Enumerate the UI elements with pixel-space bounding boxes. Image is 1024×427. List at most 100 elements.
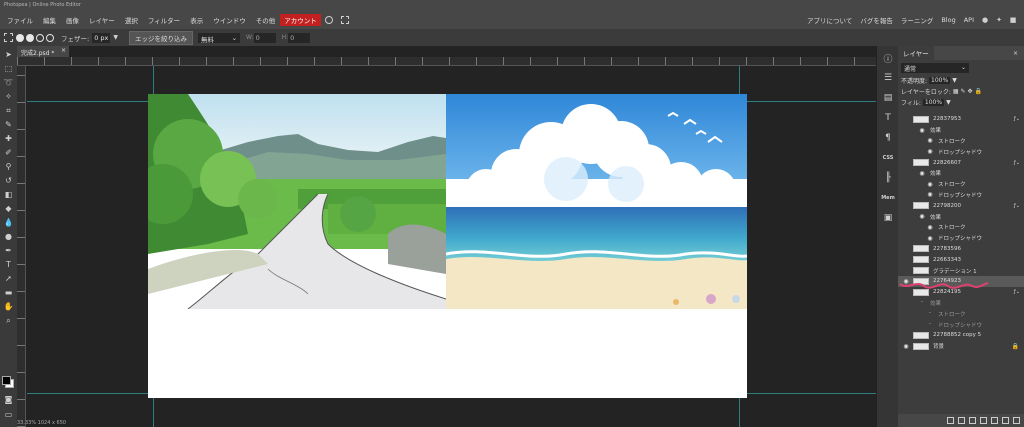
menu-blog[interactable]: Blog [937, 16, 959, 24]
eye-icon[interactable]: ◉ [918, 170, 926, 177]
healing-brush-icon[interactable]: ✚ [3, 133, 14, 144]
new-folder-icon[interactable] [991, 417, 998, 424]
layer-row[interactable]: 22837953 ƒ⌄ [898, 114, 1024, 125]
layer-effect-row[interactable]: ◉ 効果 [898, 125, 1024, 136]
lock-transparency-icon[interactable]: ▦ [953, 88, 959, 95]
fx-icon[interactable]: ƒ⌄ [1014, 203, 1020, 209]
refine-edge-button[interactable]: エッジを絞り込み [129, 30, 194, 45]
layer-effect-row[interactable]: · ストローク [898, 308, 1024, 319]
layer-effect-row[interactable]: ◉ ストローク [898, 222, 1024, 233]
fullscreen-icon[interactable] [340, 16, 349, 24]
close-icon[interactable]: × [61, 47, 66, 54]
brush-settings-icon[interactable]: ╟ [881, 171, 895, 185]
zoom-tool-icon[interactable]: ⌕ [3, 315, 14, 326]
opacity-input[interactable]: 100% [929, 77, 951, 84]
menu-api[interactable]: API [960, 16, 978, 24]
eye-icon[interactable]: ◉ [926, 235, 934, 242]
eye-icon[interactable]: ◉ [926, 191, 934, 198]
hand-tool-icon[interactable]: ✋ [3, 301, 14, 312]
layer-effect-row[interactable]: ◉ ドロップシャドウ [898, 233, 1024, 244]
layer-style-icon[interactable] [958, 417, 965, 424]
chevron-down-icon[interactable]: ▼ [952, 77, 957, 84]
menu-image[interactable]: 画像 [61, 15, 84, 25]
layer-effect-row[interactable]: ◉ 効果 [898, 211, 1024, 222]
twitter-icon[interactable]: ✦ [994, 15, 1004, 25]
chevron-down-icon[interactable]: ▼ [946, 99, 951, 106]
layer-row[interactable]: グラデーション 1 [898, 265, 1024, 276]
layer-row[interactable]: ◉ 背景 🔒 [898, 341, 1024, 352]
fx-icon[interactable]: ƒ⌄ [1014, 289, 1020, 295]
eye-icon[interactable]: ◉ [926, 181, 934, 188]
menu-filter[interactable]: フィルター [143, 15, 185, 25]
menu-window[interactable]: ウインドウ [208, 15, 251, 25]
move-tool-icon[interactable]: ➤ [3, 49, 14, 60]
layer-row[interactable]: 22663343 [898, 254, 1024, 265]
character-icon[interactable]: T [881, 111, 895, 125]
lasso-tool-icon[interactable]: ➰ [3, 77, 14, 88]
chevron-down-icon[interactable]: ▼ [113, 34, 118, 41]
menu-learning[interactable]: ラーニング [897, 15, 938, 25]
lock-paint-icon[interactable]: ✎ [961, 88, 966, 95]
eye-icon[interactable]: ◉ [902, 343, 910, 350]
eye-icon[interactable]: ◉ [926, 137, 934, 144]
quick-mask-icon[interactable]: ◙ [3, 394, 14, 405]
fill-tool-icon[interactable]: ◆ [3, 203, 14, 214]
menu-layer[interactable]: レイヤー [84, 15, 120, 25]
history-brush-icon[interactable]: ↺ [3, 175, 14, 186]
vertical-ruler[interactable] [17, 66, 26, 427]
subtract-selection-icon[interactable] [36, 33, 44, 42]
layer-effect-row[interactable]: · ドロップシャドウ [898, 319, 1024, 330]
css-panel-button[interactable]: CSS [881, 151, 895, 165]
zoom-icon[interactable] [324, 16, 333, 24]
close-icon[interactable]: × [1013, 50, 1018, 57]
menu-about[interactable]: アプリについて [803, 15, 856, 25]
layer-row[interactable]: 22788852 copy 5 [898, 330, 1024, 341]
menu-more[interactable]: その他 [251, 15, 281, 25]
layer-row[interactable]: 22826607 ƒ⌄ [898, 157, 1024, 168]
lock-all-icon[interactable]: 🔒 [975, 88, 982, 95]
layer-mask-icon[interactable] [980, 417, 987, 424]
lock-move-icon[interactable]: ✥ [968, 88, 973, 95]
layer-effect-row[interactable]: ◉ ストローク [898, 179, 1024, 190]
horizontal-ruler[interactable] [17, 57, 876, 66]
layer-effect-row[interactable]: ◉ ドロップシャドウ [898, 190, 1024, 201]
eye-icon[interactable]: ◉ [918, 127, 926, 134]
layer-effect-row[interactable]: ◉ ストローク [898, 136, 1024, 147]
menu-view[interactable]: 表示 [185, 15, 208, 25]
memory-panel-button[interactable]: Mem [881, 191, 895, 205]
facebook-icon[interactable]: ■ [1008, 15, 1018, 25]
paragraph-icon[interactable]: ¶ [881, 131, 895, 145]
intersect-selection-icon[interactable] [46, 33, 54, 42]
crop-tool-icon[interactable]: ⌗ [3, 105, 14, 116]
layer-effect-row[interactable]: · 効果 [898, 298, 1024, 309]
blur-tool-icon[interactable]: 💧 [3, 217, 14, 228]
screen-mode-icon[interactable]: ▭ [3, 409, 14, 420]
eyedropper-icon[interactable]: ✎ [3, 119, 14, 130]
menu-report-bug[interactable]: バグを報告 [856, 15, 897, 25]
feather-input[interactable]: 0 px [92, 32, 111, 43]
layer-effect-row[interactable]: ◉ 効果 [898, 168, 1024, 179]
dodge-tool-icon[interactable]: ● [3, 231, 14, 242]
eye-icon[interactable]: · [926, 310, 934, 317]
width-input[interactable]: 0 [253, 32, 276, 43]
fx-icon[interactable]: ƒ⌄ [1014, 116, 1020, 122]
eye-icon[interactable]: · [918, 299, 926, 306]
new-layer-icon[interactable] [1002, 417, 1009, 424]
marquee-tool-icon[interactable]: ⬚ [3, 63, 14, 74]
menu-select[interactable]: 選択 [120, 15, 143, 25]
eye-icon[interactable]: ◉ [926, 148, 934, 155]
link-layers-icon[interactable] [947, 417, 954, 424]
layer-row[interactable]: 22783596 [898, 244, 1024, 255]
blend-mode-select[interactable]: 通常 ⌄ [901, 63, 969, 73]
type-tool-icon[interactable]: T [3, 259, 14, 270]
layer-row[interactable]: 22798200 ƒ⌄ [898, 200, 1024, 211]
eye-icon[interactable]: · [926, 321, 934, 328]
shape-tool-icon[interactable]: ▬ [3, 287, 14, 298]
menu-edit[interactable]: 編集 [38, 15, 61, 25]
reddit-icon[interactable]: ● [980, 15, 990, 25]
account-button[interactable]: アカウント [280, 14, 321, 26]
pen-tool-icon[interactable]: ✒ [3, 245, 14, 256]
eraser-icon[interactable]: ◧ [3, 189, 14, 200]
eye-icon[interactable]: ◉ [918, 213, 926, 220]
eye-icon[interactable]: ◉ [926, 224, 934, 231]
